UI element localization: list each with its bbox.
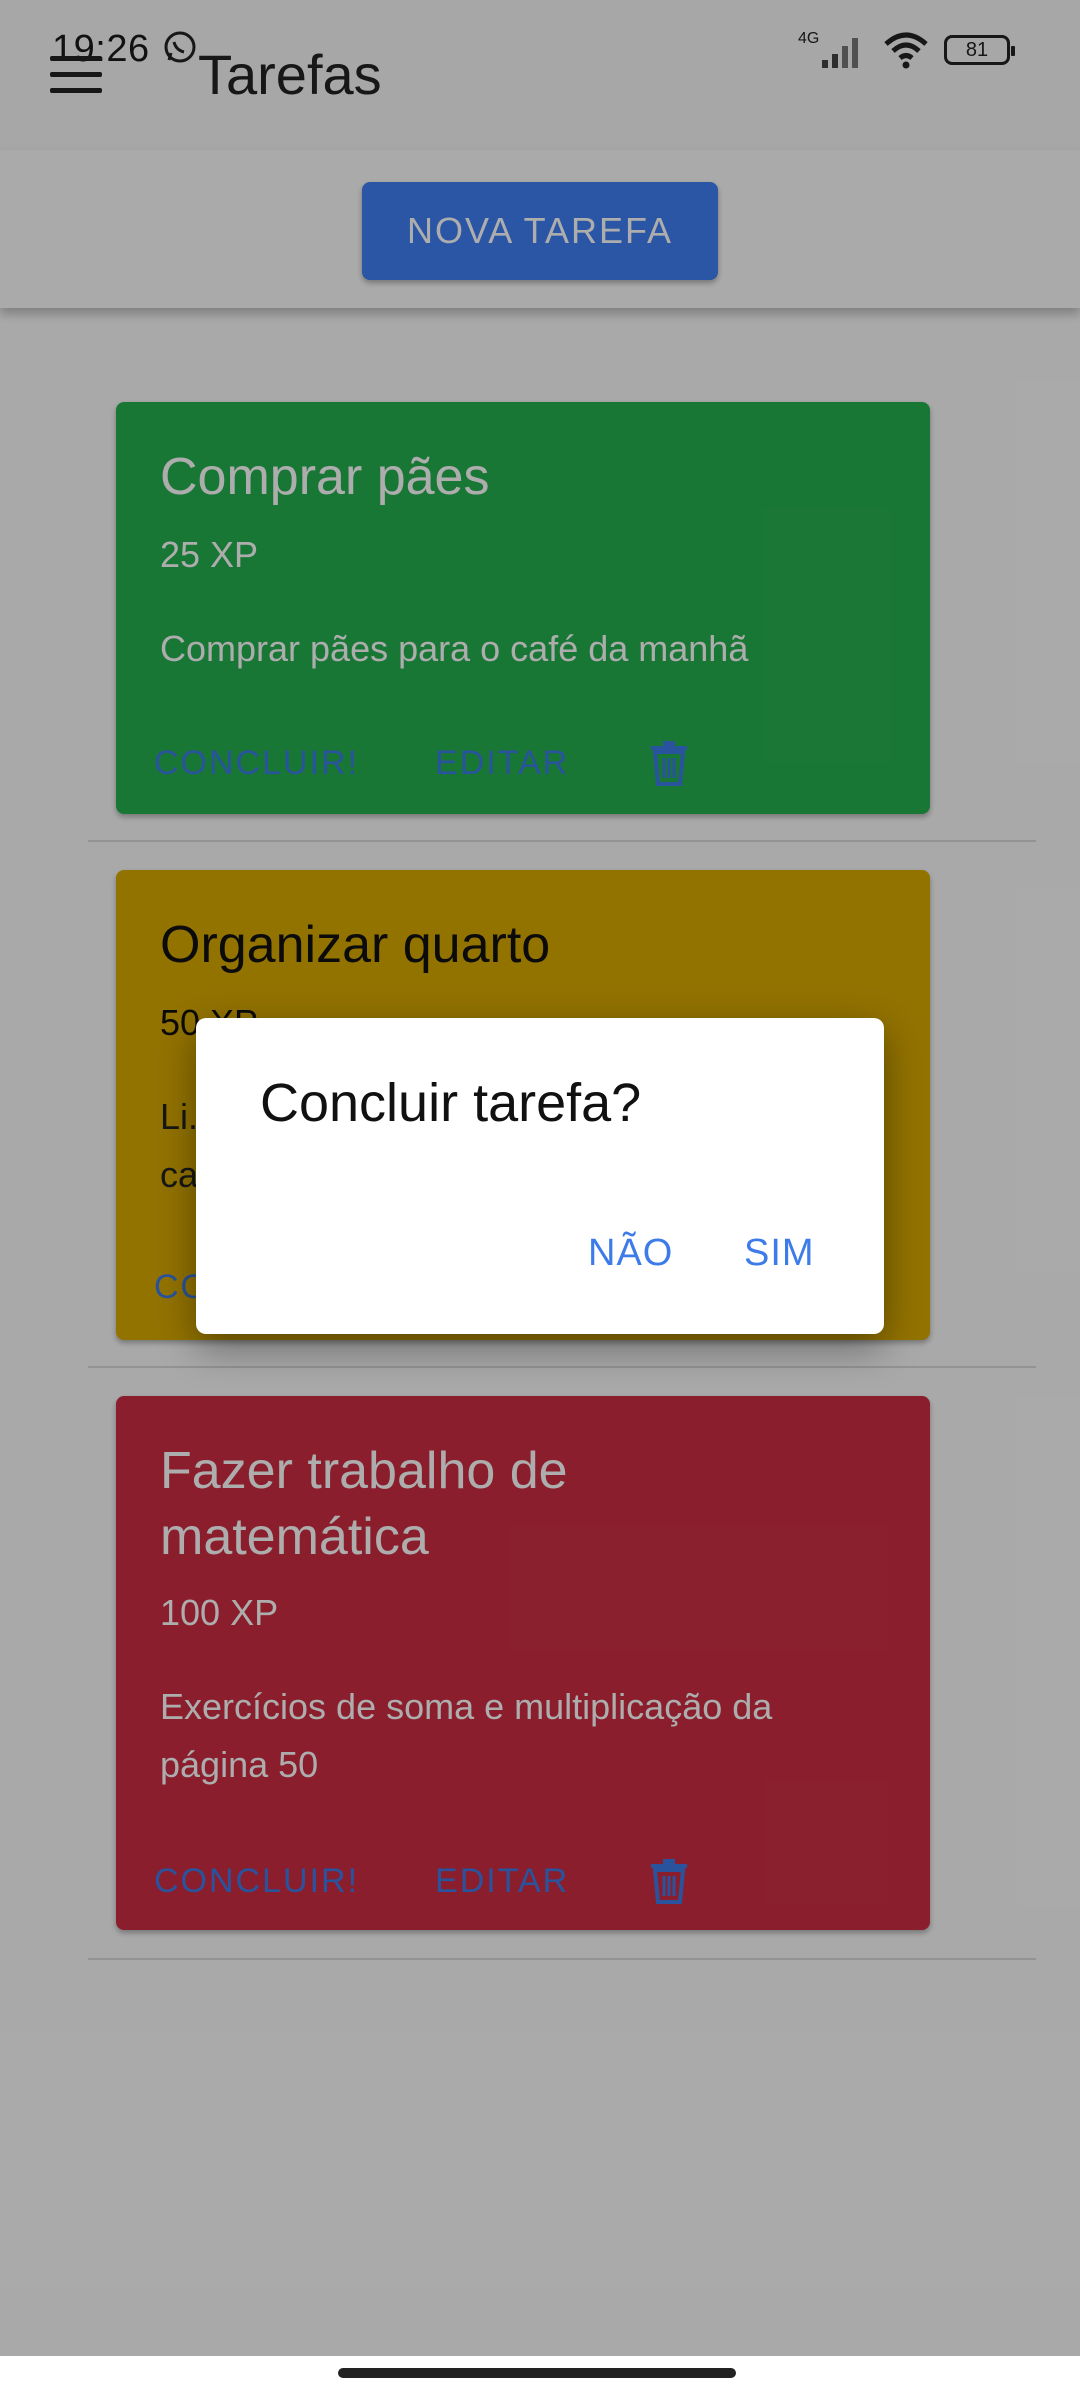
system-navigation-bar: [0, 2356, 1080, 2400]
home-gesture-pill[interactable]: [338, 2368, 736, 2378]
dialog-title: Concluir tarefa?: [260, 1073, 642, 1133]
dialog-yes-button[interactable]: SIM: [744, 1232, 815, 1275]
dialog-no-button[interactable]: NÃO: [588, 1232, 673, 1275]
app-screen: 19:26 Tarefas 4G 81 NOVA TAREFA Comprar …: [0, 0, 1080, 2356]
confirm-dialog: Concluir tarefa? NÃO SIM: [196, 1018, 884, 1334]
